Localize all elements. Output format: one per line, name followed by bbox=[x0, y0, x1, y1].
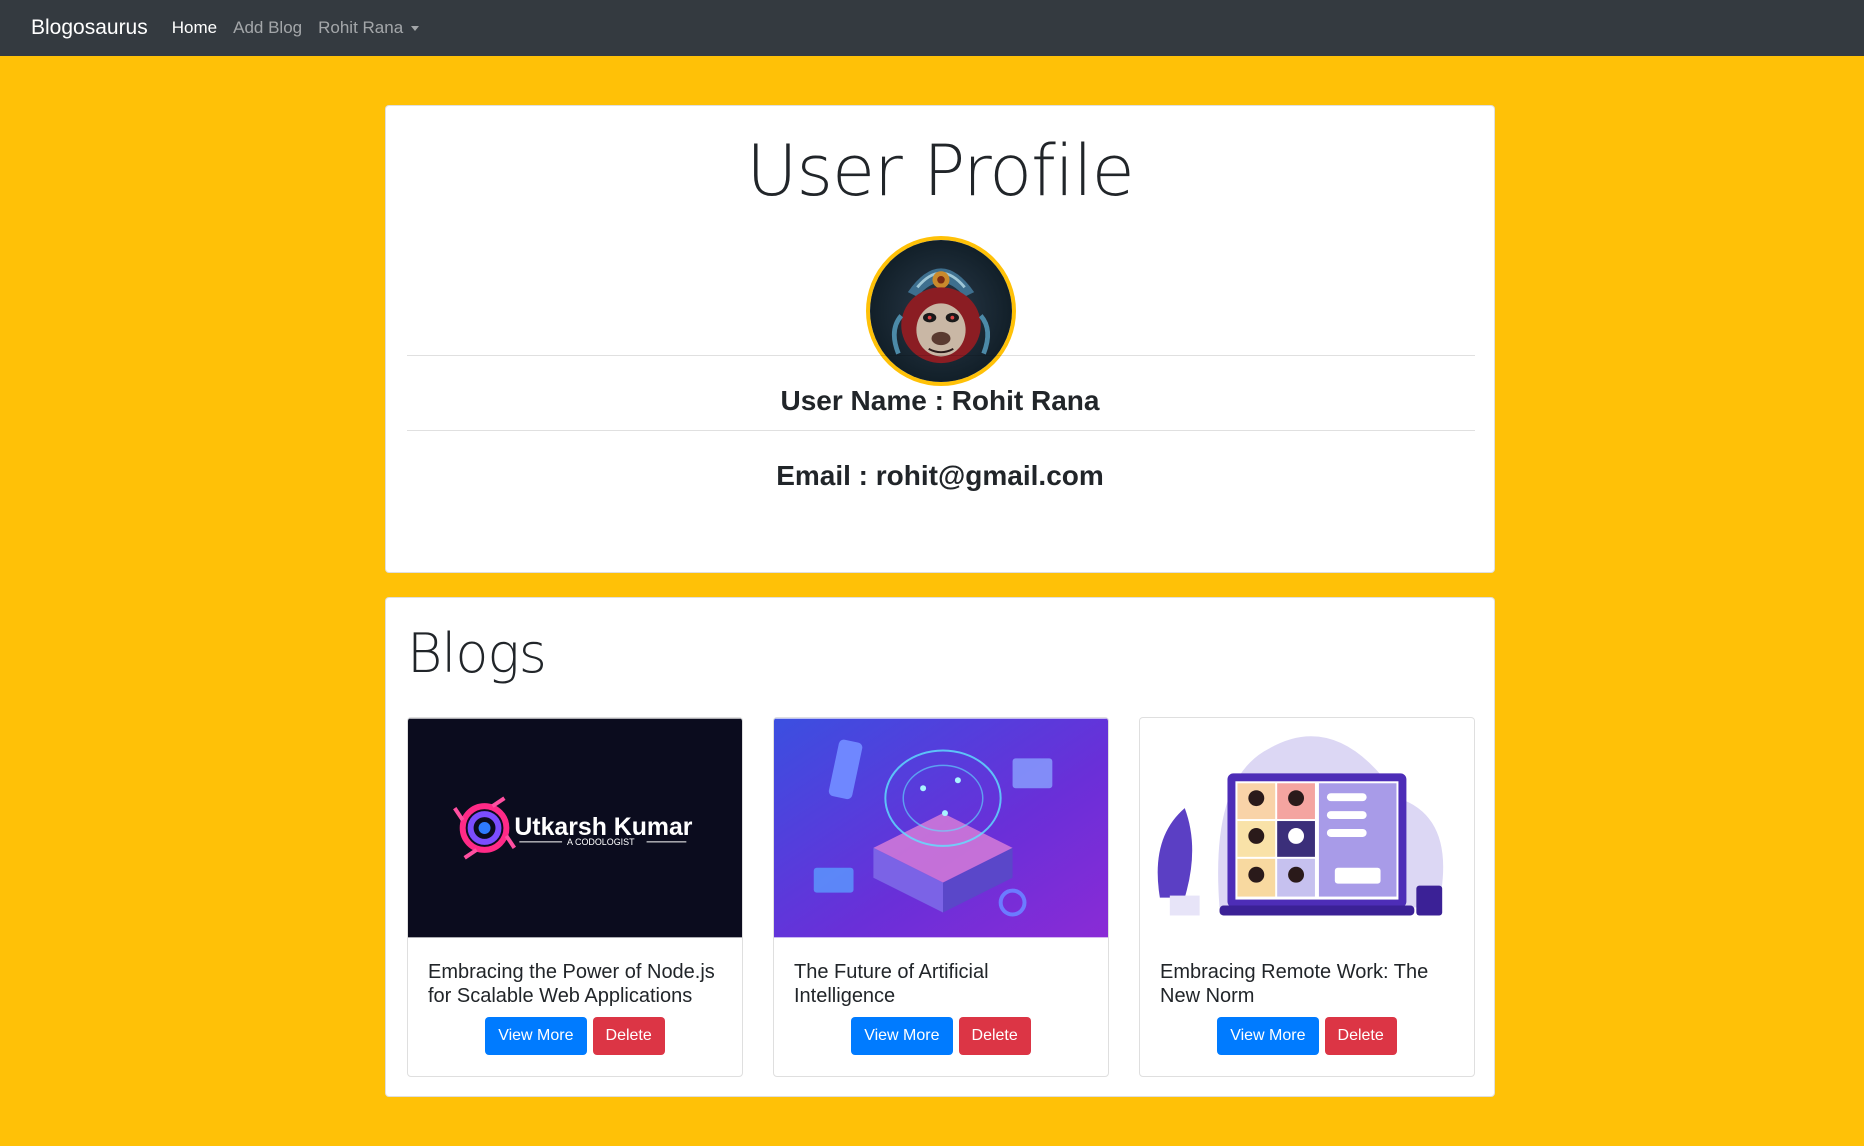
delete-button[interactable]: Delete bbox=[1324, 1017, 1397, 1055]
blog-title: The Future of Artificial Intelligence bbox=[794, 961, 989, 1007]
divider bbox=[407, 355, 1475, 356]
blog-actions: View More Delete bbox=[1140, 1017, 1474, 1055]
nav-add-blog-link[interactable]: Add Blog bbox=[233, 18, 302, 38]
nav-home-link[interactable]: Home bbox=[172, 18, 217, 38]
divider bbox=[407, 430, 1475, 431]
user-name-text: User Name : Rohit Rana bbox=[780, 385, 1100, 416]
blog-card: Utkarsh Kumar A CODOLOGIST Embracing the… bbox=[407, 717, 743, 1077]
blog-image bbox=[1140, 718, 1474, 938]
blog-card: Embracing Remote Work: The New Norm View… bbox=[1139, 717, 1475, 1077]
blog-card: The Future of Artificial Intelligence Vi… bbox=[773, 717, 1109, 1077]
brand-link[interactable]: Blogosaurus bbox=[31, 16, 148, 40]
view-more-button[interactable]: View More bbox=[1217, 1017, 1319, 1055]
user-menu-label: Rohit Rana bbox=[318, 18, 404, 37]
navbar: Blogosaurus Home Add Blog Rohit Rana bbox=[0, 0, 1864, 56]
blog-actions: View More Delete bbox=[408, 1017, 742, 1055]
blog-image: Utkarsh Kumar A CODOLOGIST bbox=[408, 718, 742, 938]
caret-down-icon bbox=[411, 26, 420, 31]
blogs-title: Blogs bbox=[407, 622, 547, 685]
user-menu-dropdown[interactable]: Rohit Rana bbox=[318, 18, 420, 38]
avatar-image bbox=[870, 240, 1012, 382]
blog-title: Embracing Remote Work: The New Norm bbox=[1160, 961, 1429, 1007]
blog-actions: View More Delete bbox=[774, 1017, 1108, 1055]
view-more-button[interactable]: View More bbox=[851, 1017, 953, 1055]
delete-button[interactable]: Delete bbox=[592, 1017, 665, 1055]
view-more-button[interactable]: View More bbox=[485, 1017, 587, 1055]
profile-card: User Profile User Name: Rohit Rana Emai… bbox=[385, 105, 1495, 573]
delete-button[interactable]: Delete bbox=[958, 1017, 1031, 1055]
avatar bbox=[866, 236, 1016, 386]
blog-image bbox=[774, 718, 1108, 938]
blog-title: Embracing the Power of Node.js for Scala… bbox=[428, 961, 715, 1007]
email-text: Email : rohit@gmail.com bbox=[776, 460, 1104, 491]
blogs-card: Blogs Utkarsh Kumar A CODOLOGIST Embraci… bbox=[385, 597, 1495, 1097]
svg-text:A CODOLOGIST: A CODOLOGIST bbox=[567, 837, 635, 847]
page-title: User Profile bbox=[746, 130, 1134, 212]
